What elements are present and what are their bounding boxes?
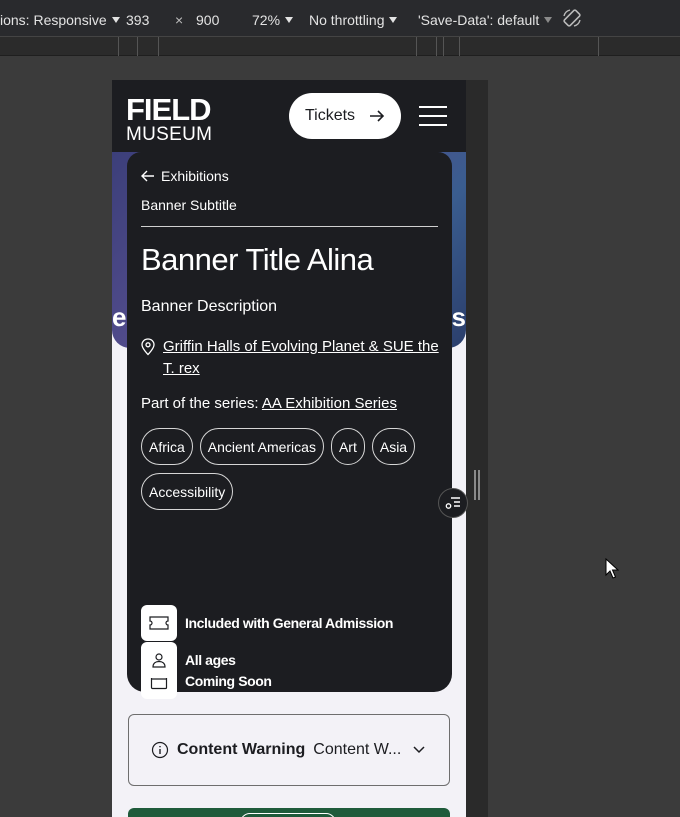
series-link[interactable]: AA Exhibition Series bbox=[262, 395, 397, 412]
arrow-right-icon bbox=[370, 110, 385, 122]
location-row: Griffin Halls of Evolving Planet & SUE t… bbox=[141, 336, 441, 380]
rotate-icon[interactable] bbox=[562, 8, 582, 31]
field-museum-logo[interactable]: FIELD MUSEUM bbox=[126, 94, 212, 144]
arrow-left-icon bbox=[141, 170, 154, 182]
green-section-button[interactable] bbox=[240, 813, 336, 817]
series-prefix: Part of the series: bbox=[141, 395, 259, 412]
tickets-button[interactable]: Tickets bbox=[289, 93, 401, 139]
series-row: Part of the series: AA Exhibition Series bbox=[141, 395, 397, 412]
table-of-contents-icon[interactable] bbox=[438, 488, 468, 518]
content-warning-accordion[interactable]: Content Warning Content W... bbox=[128, 714, 450, 786]
person-icon bbox=[141, 642, 177, 678]
width-input[interactable]: 393 bbox=[126, 12, 149, 28]
mouse-cursor-icon bbox=[605, 558, 619, 579]
save-data-dropdown[interactable]: 'Save-Data': default bbox=[418, 12, 553, 28]
logo-line-1: FIELD bbox=[126, 92, 212, 127]
banner-card: Exhibitions Banner Subtitle Banner Title… bbox=[127, 152, 452, 699]
location-link[interactable]: Griffin Halls of Evolving Planet & SUE t… bbox=[163, 336, 441, 380]
banner-subtitle: Banner Subtitle bbox=[141, 197, 237, 213]
back-label: Exhibitions bbox=[161, 168, 229, 184]
location-pin-icon bbox=[141, 338, 155, 356]
tag-asia[interactable]: Asia bbox=[371, 428, 416, 465]
divider bbox=[141, 226, 438, 227]
admission-text: Included with General Admission bbox=[185, 615, 394, 631]
banner-description: Banner Description bbox=[141, 298, 278, 315]
throttling-dropdown[interactable]: No throttling bbox=[309, 12, 398, 28]
height-input[interactable]: 900 bbox=[196, 12, 219, 28]
devtools-toolbar: ions: Responsive 393 × 900 72% No thrott… bbox=[0, 0, 680, 36]
hero-text-right: s bbox=[451, 302, 466, 332]
back-to-exhibitions-link[interactable]: Exhibitions bbox=[141, 168, 229, 184]
audience-row: All ages bbox=[141, 642, 236, 678]
tag-list: Africa Ancient Americas Art Asia Accessi… bbox=[141, 428, 441, 510]
logo-line-2: MUSEUM bbox=[126, 124, 213, 145]
media-query-ruler bbox=[0, 36, 680, 56]
hero-text-left: e bbox=[112, 302, 127, 332]
chevron-down-icon bbox=[413, 746, 425, 754]
green-section bbox=[128, 808, 450, 817]
content-warning-value: Content W... bbox=[313, 741, 402, 758]
dimensions-dropdown[interactable]: ions: Responsive bbox=[0, 12, 120, 28]
site-header: FIELD MUSEUM Tickets bbox=[112, 80, 466, 152]
hamburger-menu-icon[interactable] bbox=[419, 106, 447, 126]
tag-africa[interactable]: Africa bbox=[141, 428, 193, 465]
audience-text: All ages bbox=[185, 652, 236, 668]
ticket-icon bbox=[141, 605, 177, 641]
info-icon bbox=[151, 741, 169, 759]
content-warning-label: Content Warning bbox=[177, 741, 306, 758]
viewport-edge bbox=[466, 80, 488, 817]
banner-title: Banner Title Alina bbox=[141, 242, 374, 277]
resize-handle[interactable] bbox=[474, 470, 480, 500]
tag-accessibility[interactable]: Accessibility bbox=[141, 473, 234, 510]
tickets-label: Tickets bbox=[304, 107, 356, 124]
device-viewport: e s FIELD MUSEUM Tickets Exhibitions Ban… bbox=[112, 80, 466, 817]
admission-row: Included with General Admission bbox=[141, 605, 393, 641]
tag-ancient-americas[interactable]: Ancient Americas bbox=[199, 428, 324, 465]
times-sign: × bbox=[175, 12, 184, 28]
zoom-dropdown[interactable]: 72% bbox=[252, 12, 294, 28]
tag-art[interactable]: Art bbox=[330, 428, 365, 465]
